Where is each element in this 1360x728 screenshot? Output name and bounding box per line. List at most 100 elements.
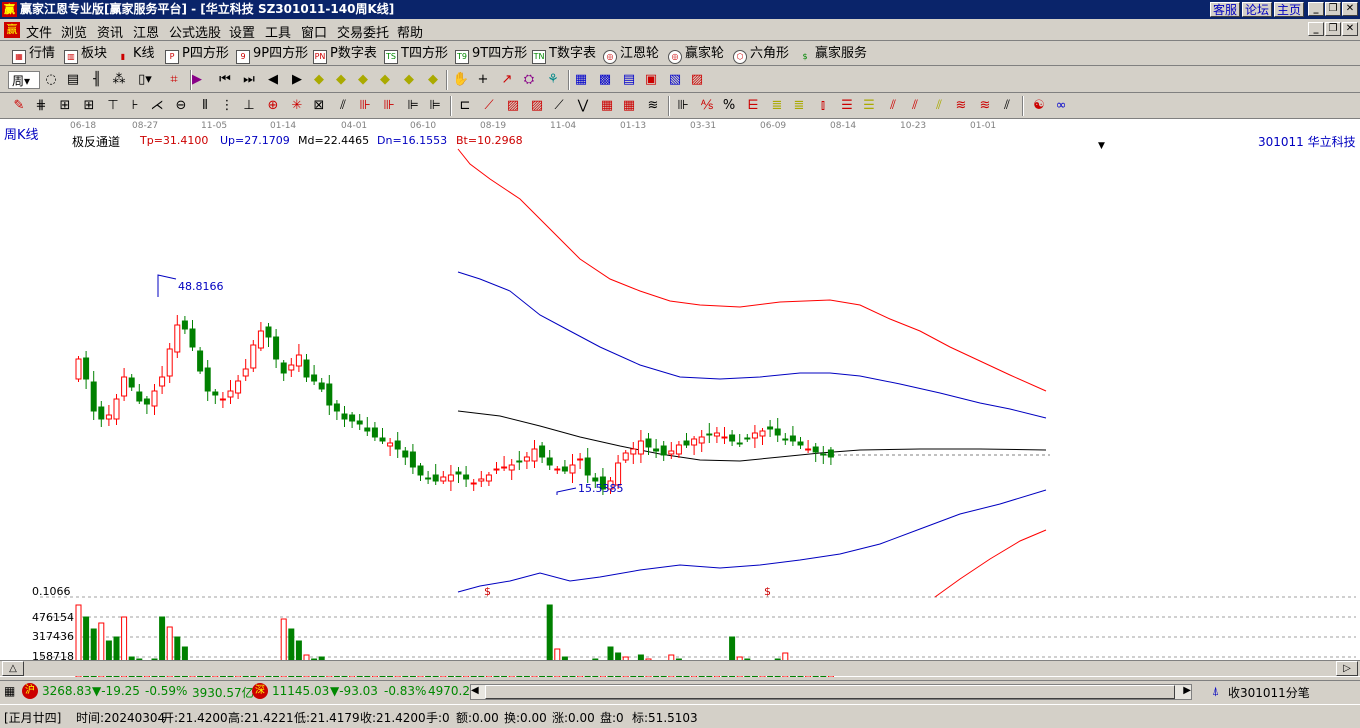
tool7-icon[interactable]: ⦀	[196, 97, 214, 115]
tool16-icon[interactable]: ⊫	[404, 97, 422, 115]
tool5-icon[interactable]: ⋌	[148, 97, 166, 115]
tool24-icon[interactable]: ▦	[620, 97, 638, 115]
gann-wheel-button[interactable]: ◎ 江恩轮	[603, 45, 659, 64]
tick-detail-label[interactable]: 收301011分笔	[1228, 684, 1310, 701]
quotes-button[interactable]: ▦ 行情	[12, 45, 55, 64]
draw-line-icon[interactable]: ↗	[498, 71, 516, 89]
chart-scrollbar[interactable]: △ ▷	[0, 660, 1360, 676]
customer-service-link[interactable]: 客服	[1210, 2, 1241, 17]
print-icon[interactable]: ▨	[688, 71, 706, 89]
period-select[interactable]: 周▾	[8, 71, 40, 89]
sectors-button[interactable]: ▥ 板块	[64, 45, 107, 64]
tool33-icon[interactable]: ☰	[860, 97, 878, 115]
9t-square-button[interactable]: T9 9T四方形	[455, 45, 527, 64]
child-close-button[interactable]: ✕	[1342, 22, 1358, 36]
t-square-button[interactable]: TS T四方形	[384, 45, 448, 64]
tool29-icon[interactable]: ≣	[768, 97, 786, 115]
tool36-icon[interactable]: ⫽	[930, 97, 948, 115]
menu-tools[interactable]: 工具	[265, 22, 291, 41]
scroll-left-button[interactable]: △	[2, 661, 24, 676]
flag-icon[interactable]: ▶	[188, 71, 206, 89]
first-icon[interactable]: ⏮	[216, 71, 234, 89]
tool35-icon[interactable]: ⫽	[906, 97, 924, 115]
tool19-icon[interactable]: ▨	[504, 97, 522, 115]
crosshair-icon[interactable]: +	[474, 71, 492, 89]
diamond4-icon[interactable]: ◆	[376, 71, 394, 89]
diamond6-icon[interactable]: ◆	[424, 71, 442, 89]
tool12-icon[interactable]: ⊠	[310, 97, 328, 115]
menu-formula[interactable]: 公式选股	[169, 22, 221, 41]
tool10-icon[interactable]: ⊕	[264, 97, 282, 115]
menu-browse[interactable]: 浏览	[61, 22, 87, 41]
tool31-icon[interactable]: ⫾	[814, 97, 832, 115]
next-icon[interactable]: ▶	[288, 71, 306, 89]
hexagon-button[interactable]: ⬡ 六角形	[733, 45, 789, 64]
tool4-icon[interactable]: ⊦	[126, 97, 144, 115]
tool32-icon[interactable]: ☰	[838, 97, 856, 115]
tool21-icon[interactable]: ⟋	[550, 97, 568, 115]
infinity-icon[interactable]: ∞	[1052, 97, 1070, 115]
tool22-icon[interactable]: ⋁	[574, 97, 592, 115]
calendar-icon[interactable]: ▦	[572, 71, 590, 89]
diamond1-icon[interactable]: ◆	[310, 71, 328, 89]
minimize-button[interactable]: _	[1308, 2, 1324, 16]
tool39-icon[interactable]: ⫽	[998, 97, 1016, 115]
close-button[interactable]: ✕	[1342, 2, 1358, 16]
tool6-icon[interactable]: ⊖	[172, 97, 190, 115]
formula-icon[interactable]: ⚘	[544, 71, 562, 89]
kline-chart[interactable]: 周K线 极反通道 Tp=31.4100 Up=27.1709 Md=22.446…	[0, 119, 1360, 677]
bar-icon[interactable]: ╢	[88, 71, 106, 89]
tool37-icon[interactable]: ≋	[952, 97, 970, 115]
scroll-right-button[interactable]: ▷	[1336, 661, 1358, 676]
chart-icon[interactable]: ⌗	[165, 71, 183, 89]
tool23-icon[interactable]: ▦	[598, 97, 616, 115]
t-number-table-button[interactable]: TN T数字表	[532, 45, 596, 64]
kline-button[interactable]: ▮ K线	[116, 45, 155, 63]
menu-news[interactable]: 资讯	[97, 22, 123, 41]
ticker-scrollbar[interactable]: ◀ ▶	[470, 684, 1192, 700]
hand-icon[interactable]: ✋	[452, 71, 470, 89]
save-icon[interactable]: ▣	[642, 71, 660, 89]
tool38-icon[interactable]: ≋	[976, 97, 994, 115]
zoom-icon[interactable]: ◌	[42, 71, 60, 89]
pen-icon[interactable]: ✎	[10, 97, 28, 115]
calc-icon[interactable]: ▩	[596, 71, 614, 89]
diamond2-icon[interactable]: ◆	[332, 71, 350, 89]
tool9-icon[interactable]: ⊥	[240, 97, 258, 115]
tool2-icon[interactable]: ⊞	[80, 97, 98, 115]
p-square-button[interactable]: P P四方形	[165, 45, 229, 64]
plugin-icon[interactable]: ⛭	[520, 71, 538, 89]
menu-settings[interactable]: 设置	[229, 22, 255, 41]
hgrid-icon[interactable]: ⋕	[32, 97, 50, 115]
p-number-table-button[interactable]: PN P数字表	[313, 45, 377, 64]
ticker-scroll-left[interactable]: ◀	[471, 685, 479, 696]
taichi-icon[interactable]: ☯	[1030, 97, 1048, 115]
percent-icon[interactable]: %	[720, 97, 738, 115]
menu-window[interactable]: 窗口	[301, 22, 327, 41]
winner-service-button[interactable]: $ 赢家服务	[798, 45, 867, 63]
candle-icon[interactable]: ▯▾	[136, 71, 154, 89]
child-minimize-button[interactable]: _	[1308, 22, 1324, 36]
forum-link[interactable]: 论坛	[1242, 2, 1273, 17]
home-link[interactable]: 主页	[1274, 2, 1305, 17]
diamond5-icon[interactable]: ◆	[400, 71, 418, 89]
tool34-icon[interactable]: ⫽	[884, 97, 902, 115]
tool25-icon[interactable]: ≋	[644, 97, 662, 115]
export-icon[interactable]: ▧	[666, 71, 684, 89]
doc-icon[interactable]: ▤	[64, 71, 82, 89]
tool11-icon[interactable]: ✳	[288, 97, 306, 115]
last-icon[interactable]: ⏭	[240, 71, 258, 89]
ticker-scroll-right[interactable]: ▶	[1183, 685, 1191, 696]
diamond3-icon[interactable]: ◆	[354, 71, 372, 89]
tool27-icon[interactable]: ⅍	[698, 97, 716, 115]
tool1-icon[interactable]: ⊞	[56, 97, 74, 115]
tool18-icon[interactable]: ⊏	[456, 97, 474, 115]
tool15-icon[interactable]: ⊪	[380, 97, 398, 115]
tool20-icon[interactable]: ▨	[528, 97, 546, 115]
tool17-icon[interactable]: ⊫	[426, 97, 444, 115]
tool26-icon[interactable]: ⊪	[674, 97, 692, 115]
grid-icon[interactable]: ▦	[4, 684, 15, 698]
tool14-icon[interactable]: ⊪	[356, 97, 374, 115]
multi-icon[interactable]: ⁂	[110, 71, 128, 89]
menu-file[interactable]: 文件	[26, 22, 52, 41]
